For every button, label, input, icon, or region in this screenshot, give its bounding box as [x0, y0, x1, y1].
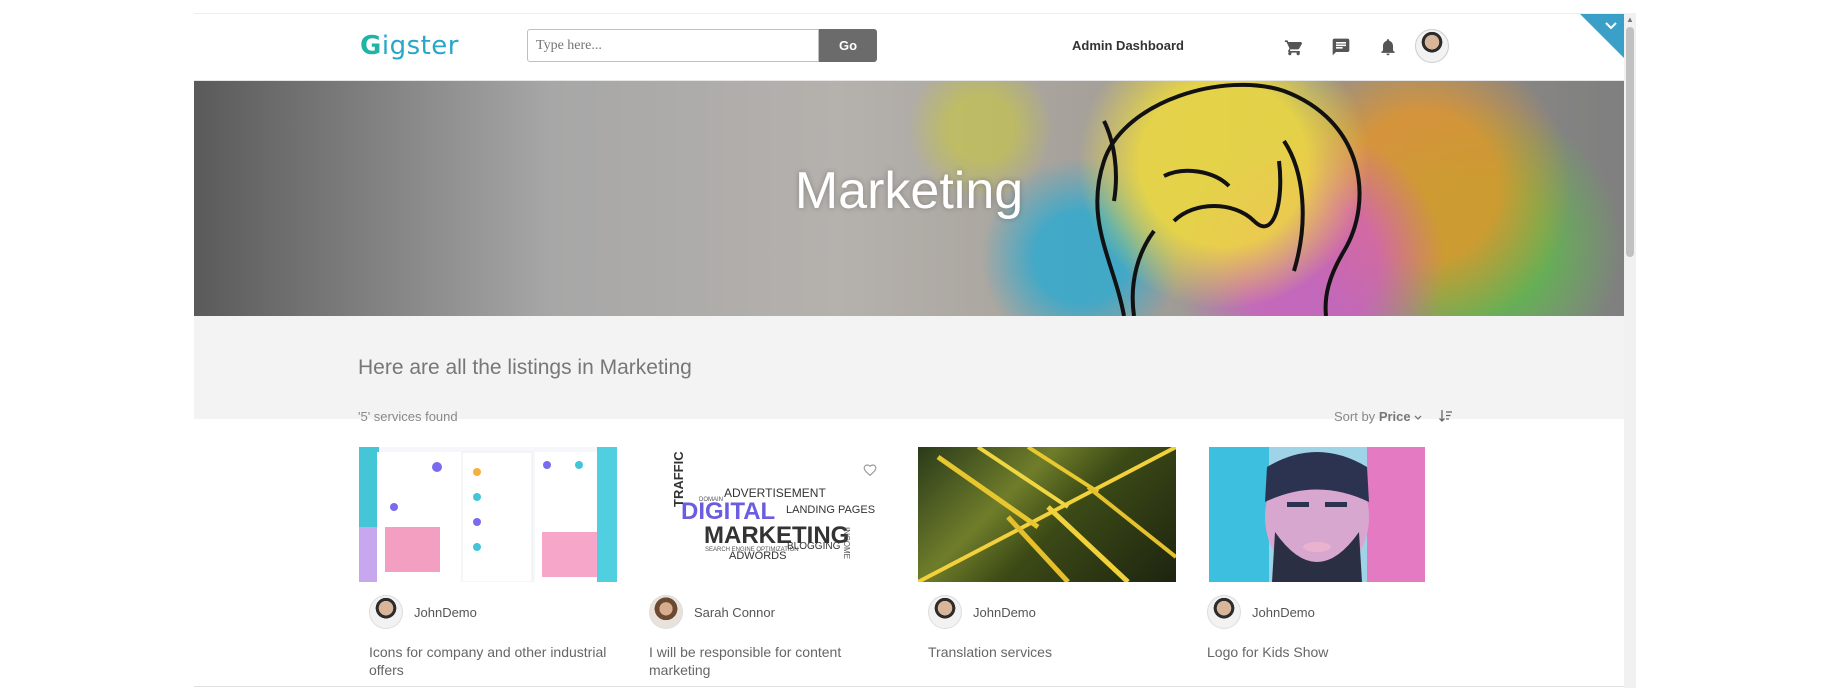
seller-info[interactable]: JohnDemo [1207, 595, 1315, 629]
wordcloud-word: DIGITAL [681, 498, 775, 525]
logo-text: igster [381, 31, 459, 61]
seller-avatar[interactable] [1207, 595, 1241, 629]
sort-order-icon[interactable] [1438, 408, 1454, 424]
banner-title: Marketing [794, 162, 1024, 220]
vertical-scrollbar[interactable]: ▲ [1624, 13, 1636, 688]
scroll-up-arrow-icon[interactable]: ▲ [1626, 15, 1634, 24]
wordcloud-word: SEARCH ENGINE OPTIMIZATION [705, 547, 799, 553]
admin-dashboard-link[interactable]: Admin Dashboard [1072, 38, 1184, 53]
seller-avatar[interactable] [369, 595, 403, 629]
sort-label: Sort by [1334, 409, 1376, 424]
category-banner: Marketing [194, 81, 1624, 316]
bell-icon[interactable] [1375, 34, 1401, 60]
search-input[interactable] [527, 29, 819, 62]
service-card[interactable]: ADVERTISEMENT DIGITAL LANDING PAGES MARK… [639, 447, 897, 689]
service-thumbnail[interactable] [918, 447, 1176, 582]
seller-name[interactable]: JohnDemo [973, 605, 1036, 620]
seller-info[interactable]: JohnDemo [928, 595, 1036, 629]
browser-page: Gigster Go Admin Dashboard Marketing [194, 13, 1624, 689]
seller-name[interactable]: JohnDemo [1252, 605, 1315, 620]
wordcloud-word: INCOME [842, 527, 851, 559]
seller-info[interactable]: JohnDemo [369, 595, 477, 629]
service-thumbnail[interactable] [359, 447, 617, 582]
divider [194, 686, 1624, 687]
wordcloud-word: TRAFFIC [671, 451, 686, 507]
service-title[interactable]: Translation services [928, 643, 1168, 661]
page-title: Here are all the listings in Marketing [358, 356, 692, 379]
seller-name[interactable]: JohnDemo [414, 605, 477, 620]
service-title[interactable]: Logo for Kids Show [1207, 643, 1447, 661]
service-card[interactable]: JohnDemo Icons for company and other ind… [359, 447, 617, 689]
sort-value: Price [1378, 409, 1411, 424]
seller-avatar[interactable] [649, 595, 683, 629]
cart-icon[interactable] [1281, 34, 1307, 60]
service-thumbnail[interactable]: ADVERTISEMENT DIGITAL LANDING PAGES MARK… [639, 447, 897, 582]
chat-icon[interactable] [1328, 34, 1354, 60]
service-thumbnail[interactable] [1197, 447, 1455, 582]
user-avatar[interactable] [1415, 29, 1449, 63]
go-button[interactable]: Go [819, 29, 877, 62]
seller-avatar[interactable] [928, 595, 962, 629]
service-card[interactable]: JohnDemo Logo for Kids Show [1197, 447, 1455, 689]
results-count: '5' services found [358, 409, 458, 424]
top-header: Gigster Go Admin Dashboard [194, 14, 1624, 81]
service-title[interactable]: I will be responsible for content market… [649, 643, 889, 679]
wordcloud-word: DOMAIN [699, 497, 723, 503]
chevron-down-icon[interactable] [1604, 18, 1618, 34]
scrollbar-thumb[interactable] [1626, 27, 1634, 257]
gigster-logo[interactable]: Gigster [360, 31, 459, 61]
heart-icon [863, 463, 877, 481]
sort-dropdown[interactable]: Sort by Price [1334, 409, 1422, 424]
wordcloud-word: LANDING PAGES [786, 504, 875, 516]
seller-name[interactable]: Sarah Connor [694, 605, 775, 620]
seller-info[interactable]: Sarah Connor [649, 595, 775, 629]
favorite-button[interactable] [857, 459, 883, 485]
chevron-down-icon [1414, 409, 1422, 424]
service-title[interactable]: Icons for company and other industrial o… [369, 643, 609, 679]
service-card[interactable]: JohnDemo Translation services [918, 447, 1176, 689]
